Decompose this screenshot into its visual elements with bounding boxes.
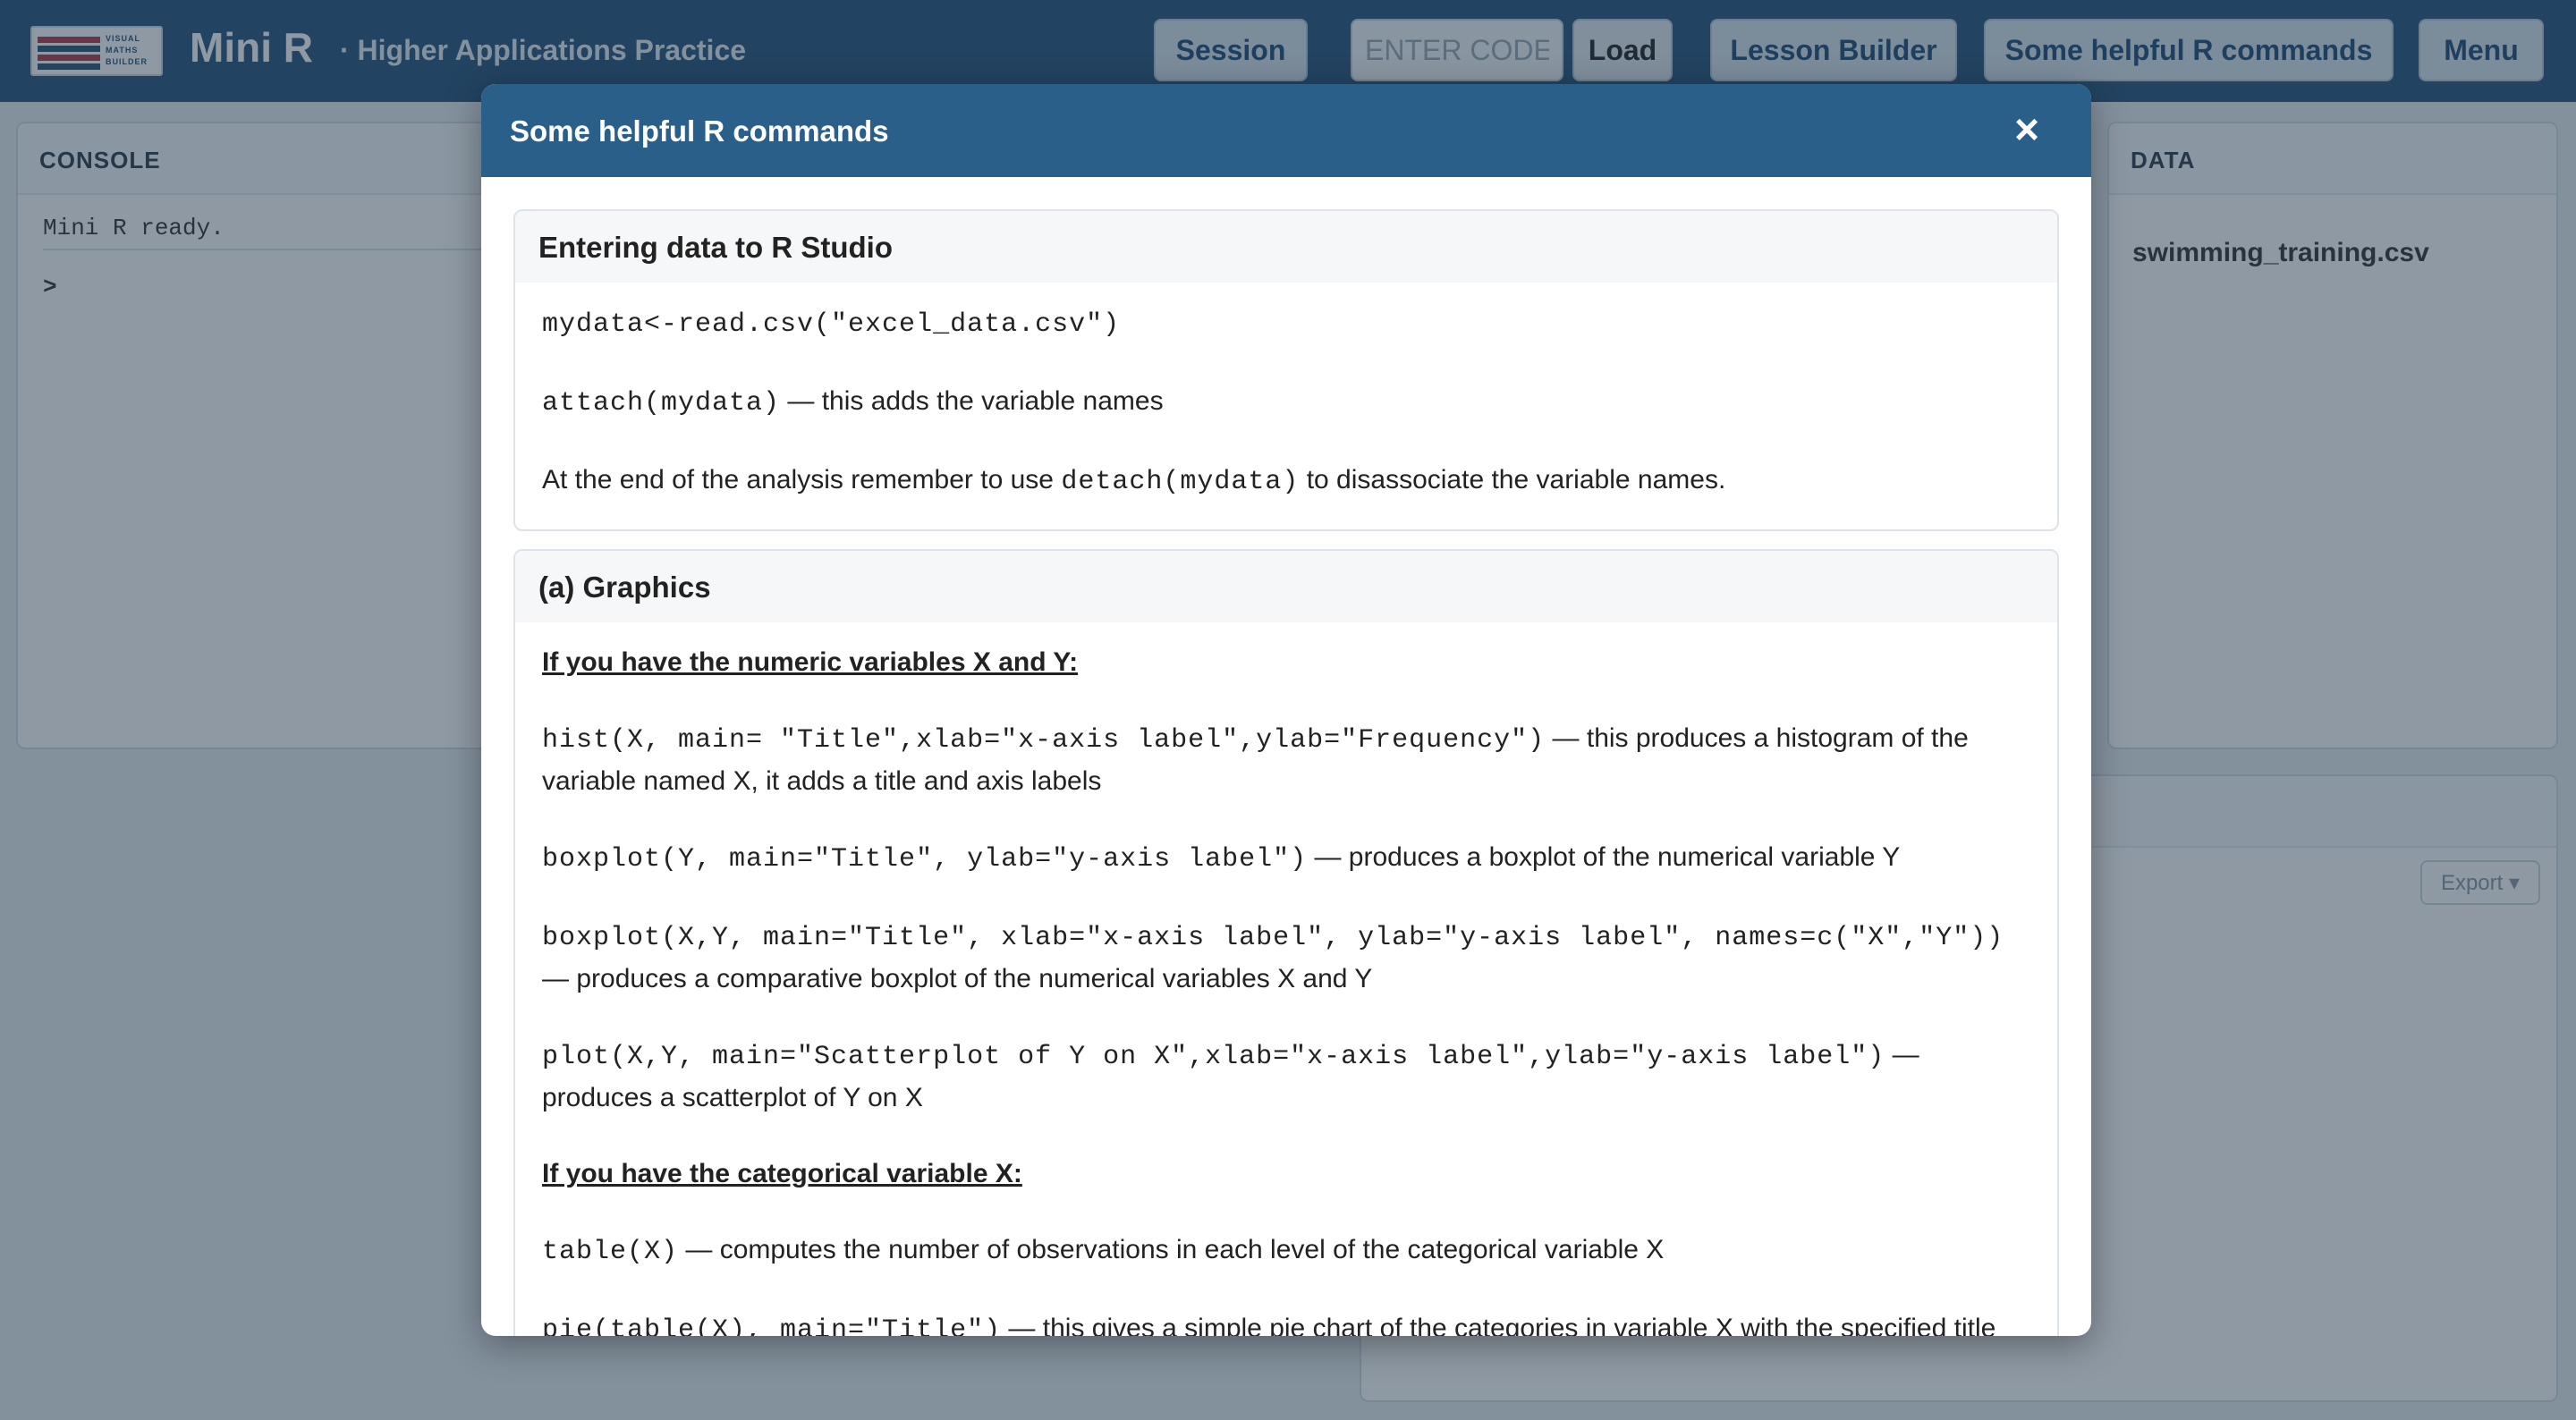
pie-desc: — this gives a simple pie chart of the c…: [1001, 1314, 1996, 1336]
comparative-boxplot-desc: — produces a comparative boxplot of the …: [542, 964, 1373, 993]
entering-data-header: Entering data to R Studio: [515, 211, 2057, 283]
boxplot-code: boxplot(Y, main="Title", ylab="y-axis la…: [542, 844, 1308, 875]
detach-post: to disassociate the variable names.: [1299, 465, 1726, 494]
graphics-header: (a) Graphics: [515, 551, 2057, 622]
categorical-variable-heading: If you have the categorical variable X:: [542, 1159, 1022, 1188]
comparative-boxplot-code: boxplot(X,Y, main="Title", xlab="x-axis …: [542, 923, 2004, 953]
graphics-card: (a) Graphics If you have the numeric var…: [513, 549, 2059, 1336]
entering-data-card: Entering data to R Studio mydata<-read.c…: [513, 209, 2059, 531]
boxplot-desc: — produces a boxplot of the numerical va…: [1307, 842, 1901, 872]
read-csv-code: mydata<-read.csv("excel_data.csv"): [542, 309, 1121, 340]
close-icon[interactable]: ×: [2004, 107, 2050, 154]
detach-code: detach(mydata): [1061, 467, 1300, 497]
helpful-commands-modal: Some helpful R commands × Entering data …: [481, 84, 2091, 1336]
attach-desc: — this adds the variable names: [780, 386, 1164, 416]
pie-code: pie(table(X), main="Title"): [542, 1315, 1002, 1336]
numeric-variables-heading: If you have the numeric variables X and …: [542, 647, 1079, 677]
attach-code: attach(mydata): [542, 388, 781, 418]
table-desc: — computes the number of observations in…: [678, 1235, 1665, 1264]
detach-pre: At the end of the analysis remember to u…: [542, 465, 1062, 494]
table-code: table(X): [542, 1237, 679, 1267]
hist-code: hist(X, main= "Title",xlab="x-axis label…: [542, 725, 1546, 756]
modal-body: Entering data to R Studio mydata<-read.c…: [481, 177, 2091, 1336]
scatterplot-code: plot(X,Y, main="Scatterplot of Y on X",x…: [542, 1042, 1885, 1072]
modal-title: Some helpful R commands: [510, 114, 889, 148]
modal-header: Some helpful R commands ×: [481, 84, 2091, 177]
